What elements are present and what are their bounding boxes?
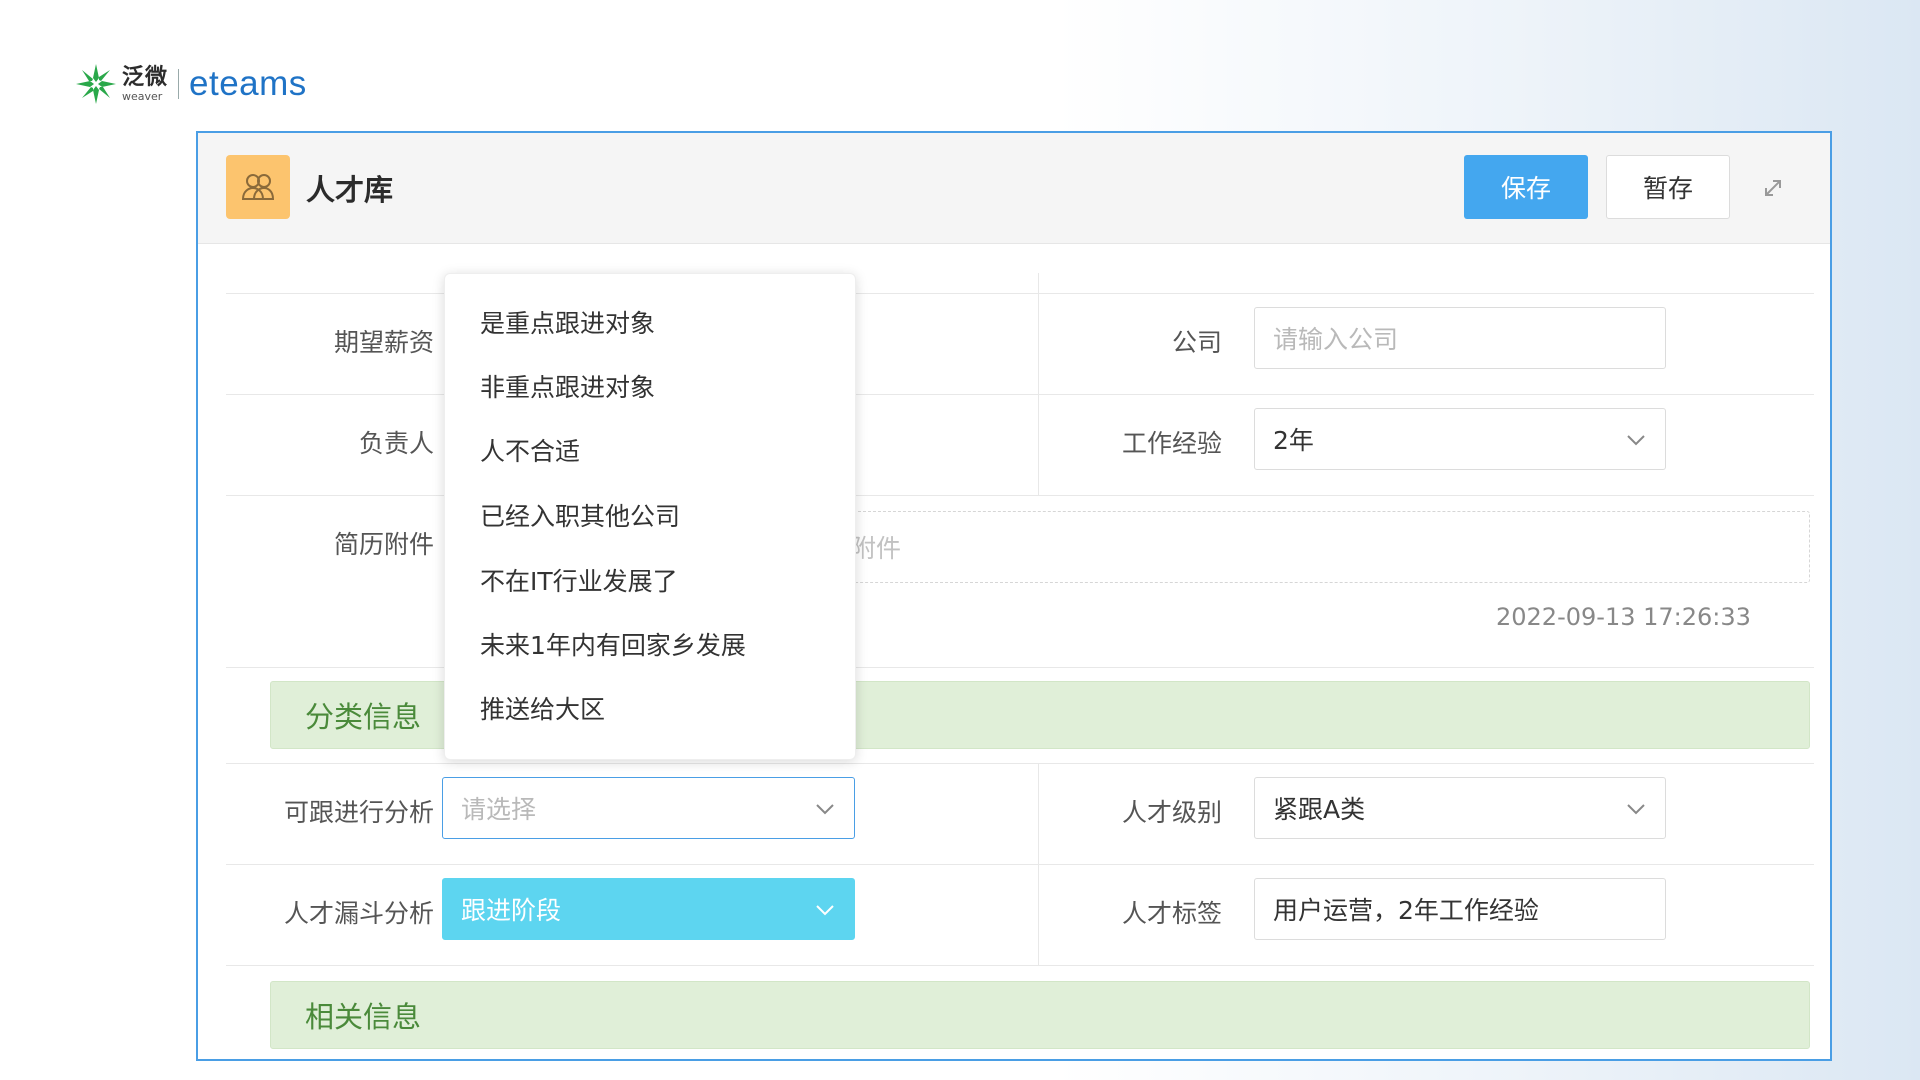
save-button[interactable]: 保存 [1464,155,1588,219]
weaver-logo-icon [76,64,116,104]
draft-button[interactable]: 暂存 [1606,155,1730,219]
dropdown-option[interactable]: 未来1年内有回家乡发展 [480,626,746,666]
owner-label: 负责人 [358,429,434,458]
tags-label: 人才标签 [1121,899,1222,928]
company-placeholder: 请输入公司 [1273,325,1399,354]
people-icon [241,174,275,200]
section-related-title: 相关信息 [305,1000,422,1034]
dropdown-option[interactable]: 推送给大区 [480,690,605,730]
expand-icon[interactable] [1758,173,1788,203]
resume-label: 简历附件 [333,530,434,559]
company-input[interactable]: 请输入公司 [1254,307,1666,369]
dropdown-option[interactable]: 非重点跟进对象 [480,368,655,408]
form-row-funnel: 人才漏斗分析 跟进阶段 人才标签 用户运营，2年工作经验 [226,864,1814,966]
chevron-down-icon [816,804,834,815]
follow-analysis-placeholder: 请选择 [461,795,537,824]
dropdown-option[interactable]: 是重点跟进对象 [480,304,655,344]
resume-upload-area[interactable]: 附件 [850,511,1810,583]
page-title: 人才库 [306,173,394,207]
app-icon [226,155,290,219]
follow-analysis-select[interactable]: 请选择 [442,777,855,839]
brand-logo: 泛微 weaver eteams [72,58,307,110]
follow-analysis-label: 可跟进行分析 [283,798,434,827]
tags-value: 用户运营，2年工作经验 [1273,896,1539,925]
company-label: 公司 [1171,328,1222,357]
logo-brand-text: eteams [189,64,307,103]
chevron-down-icon [816,905,834,916]
chevron-down-icon [1627,435,1645,446]
chevron-down-icon [1627,804,1645,815]
funnel-value: 跟进阶段 [461,896,562,925]
logo-cn-text: 泛微 [122,64,169,90]
funnel-label: 人才漏斗分析 [283,899,434,928]
experience-label: 工作经验 [1121,429,1222,458]
logo-divider [178,69,180,99]
window-header: 人才库 保存 暂存 [198,133,1830,244]
tags-input[interactable]: 用户运营，2年工作经验 [1254,878,1666,940]
talent-level-select[interactable]: 紧跟A类 [1254,777,1666,839]
form-row-follow: 可跟进行分析 请选择 人才级别 紧跟A类 [226,763,1814,865]
follow-analysis-dropdown: 是重点跟进对象 非重点跟进对象 人不合适 已经入职其他公司 不在IT行业发展了 … [444,273,856,760]
funnel-select[interactable]: 跟进阶段 [442,878,855,940]
dropdown-option[interactable]: 人不合适 [480,432,580,472]
expected-salary-label: 期望薪资 [333,328,434,357]
section-related-info: 相关信息 [270,981,1810,1049]
dropdown-option[interactable]: 不在IT行业发展了 [480,562,678,602]
talent-pool-window: 人才库 保存 暂存 期望薪资 公司 请输入公司 负责人 工作经验 2年 简历附件… [196,131,1832,1061]
resume-upload-placeholder: 附件 [851,534,902,563]
timestamp: 2022-09-13 17:26:33 [1496,603,1751,631]
dropdown-option[interactable]: 已经入职其他公司 [480,497,680,537]
talent-level-value: 紧跟A类 [1273,795,1366,824]
experience-value: 2年 [1273,426,1314,455]
experience-select[interactable]: 2年 [1254,408,1666,470]
logo-en-text: weaver [122,89,163,103]
talent-level-label: 人才级别 [1121,798,1222,827]
